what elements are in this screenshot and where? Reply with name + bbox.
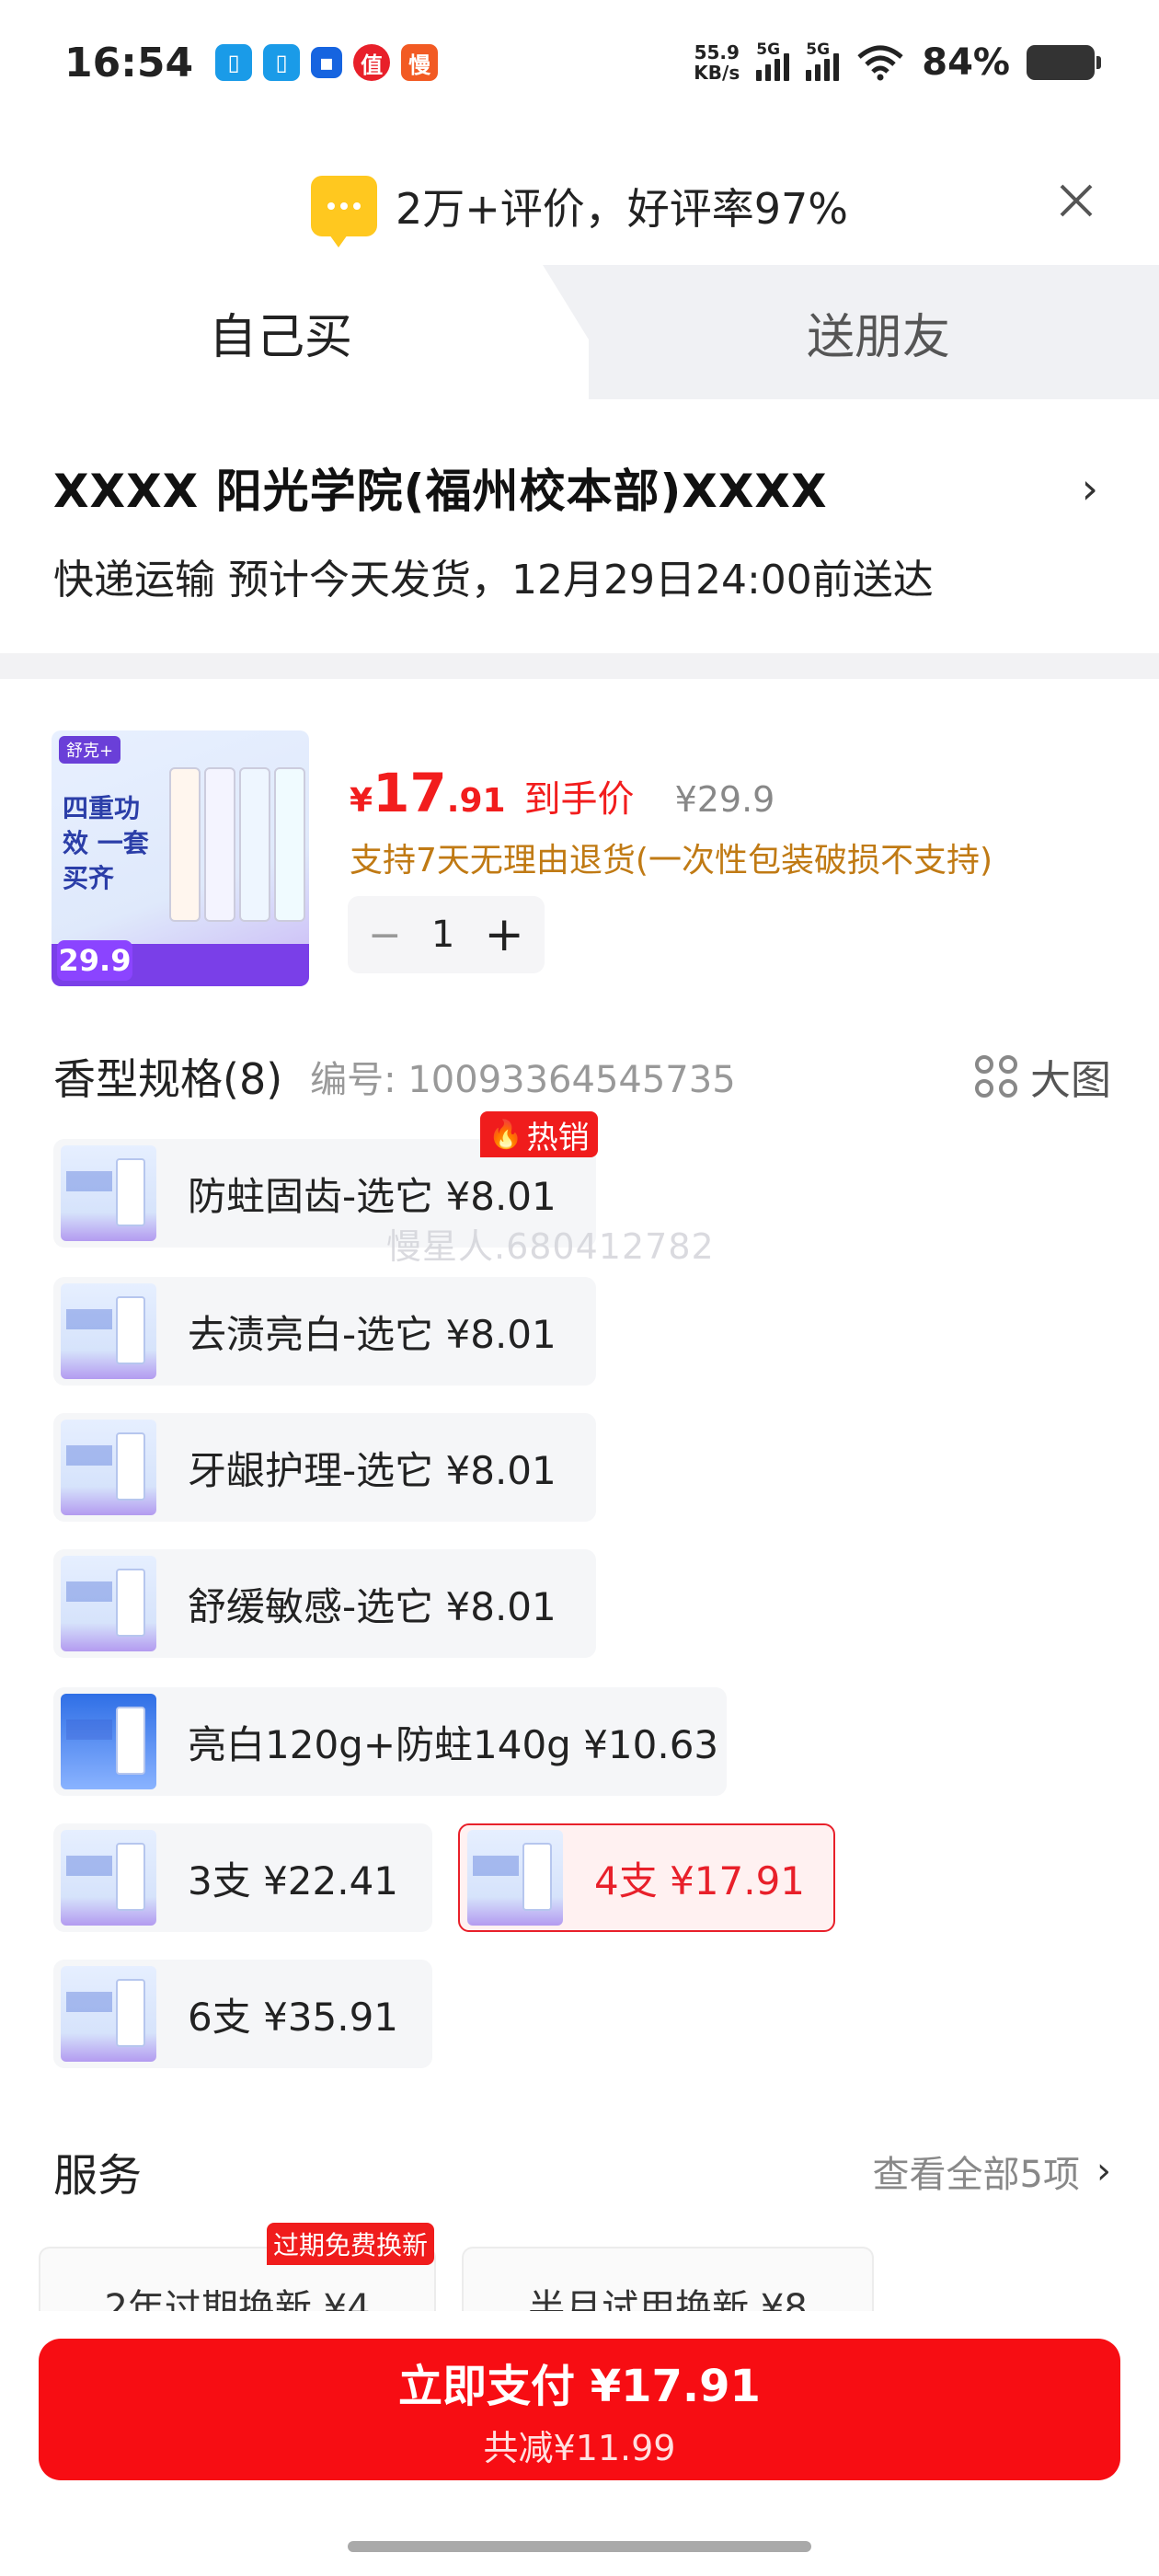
status-bar: 16:54 ▯ ▯ ▪ 值 慢 55.9 KB/s 5G 5G 84% [0, 0, 1159, 125]
spec-option[interactable]: 舒缓敏感-选它 ¥8.01 [53, 1549, 596, 1658]
spec-option-label: 3支 ¥22.41 [188, 1857, 399, 1903]
service-title: 服务 [53, 2150, 143, 2202]
price-row: ¥17.91 到手价 ¥29.9 [350, 762, 775, 824]
spec-thumbnail [61, 1556, 156, 1651]
quantity-stepper: − 1 + [348, 896, 545, 973]
address-section[interactable]: XXXX 阳光学院(福州校本部)XXXX › 快递运输 预计今天发货，12月29… [0, 399, 1159, 653]
chat-app-icon: ▪ [311, 47, 343, 78]
status-app-icons: ▯ ▯ ▪ 值 慢 [215, 44, 439, 81]
hot-badge: 🔥 热销 [480, 1111, 598, 1157]
signal-icon: 5G [806, 40, 840, 81]
spec-header: 香型规格(8) 编号: 10093364545735 大图 [53, 1040, 1111, 1113]
net-speed-value: 55.9 [694, 41, 740, 63]
minus-icon[interactable]: − [368, 912, 402, 959]
spec-option-selected[interactable]: 4支 ¥17.91 [458, 1823, 835, 1932]
view-all-services-link[interactable]: 查看全部5项 [873, 2145, 1080, 2198]
wifi-icon [857, 45, 903, 81]
spec-title: 香型规格(8) [53, 1054, 283, 1104]
spec-thumbnail [61, 1145, 156, 1241]
service-card[interactable]: 半月试用换新 ¥8 [462, 2247, 874, 2311]
pay-discount: 共减¥11.99 [483, 2427, 676, 2468]
spec-option[interactable]: 亮白120g+防蛀140g ¥10.63 [53, 1687, 727, 1796]
battery-icon [1027, 45, 1101, 80]
plus-icon[interactable]: + [484, 907, 524, 962]
final-price-label: 到手价 [523, 778, 635, 821]
zhi-app-icon: 值 [353, 44, 391, 81]
message-icon [310, 176, 377, 247]
chevron-right-icon[interactable]: › [1096, 2150, 1111, 2192]
home-indicator[interactable] [348, 2541, 811, 2552]
purchase-tabs: 自己买 送朋友 [0, 265, 1159, 399]
pay-button-label: 立即支付 ¥17.91 [398, 2360, 761, 2412]
signal-label: 5G [756, 40, 781, 59]
return-policy: 支持7天无理由退货(一次性包装破损不支持) [350, 842, 993, 880]
service-card-label: 2年过期换新 ¥4 [104, 2287, 371, 2311]
spec-thumbnail [61, 1283, 156, 1379]
net-speed-unit: KB/s [694, 62, 740, 84]
tab-gift-friend[interactable]: 送朋友 [598, 265, 1159, 399]
grid-icon [975, 1055, 1017, 1098]
expire-replace-badge: 过期免费换新 [267, 2223, 434, 2265]
spec-option-label: 4支 ¥17.91 [594, 1857, 806, 1903]
spec-option[interactable]: 3支 ¥22.41 [53, 1823, 432, 1932]
big-view-button[interactable]: 大图 [975, 1047, 1111, 1106]
status-right: 55.9 KB/s 5G 5G 84% [694, 40, 1101, 84]
flame-icon: 🔥 [488, 1118, 523, 1151]
net-speed: 55.9 KB/s [694, 42, 740, 83]
spec-option-label: 防蛀固齿-选它 ¥8.01 [188, 1173, 557, 1219]
spec-thumbnail [61, 1966, 156, 2062]
spec-option[interactable]: 去渍亮白-选它 ¥8.01 [53, 1277, 596, 1386]
section-divider [0, 653, 1159, 679]
product-image[interactable]: 舒克+ 四重功效 一套买齐 29.9 [52, 730, 309, 986]
service-header: 服务 查看全部5项 › [53, 2134, 1111, 2208]
brand-logo: 舒克+ [59, 736, 121, 764]
close-icon[interactable] [1050, 175, 1102, 226]
spec-thumbnail [61, 1694, 156, 1789]
tab-self-buy[interactable]: 自己买 [0, 265, 589, 399]
product-image-price: 29.9 [57, 940, 132, 981]
spec-code: 编号: 10093364545735 [310, 1059, 736, 1101]
battery-percent: 84% [922, 41, 1010, 84]
spec-option-label: 牙龈护理-选它 ¥8.01 [188, 1447, 557, 1493]
spec-thumbnail [61, 1830, 156, 1926]
delivery-estimate: 快递运输 预计今天发货，12月29日24:00前送达 [53, 557, 934, 604]
spec-option-label: 亮白120g+防蛀140g ¥10.63 [188, 1721, 719, 1767]
blue-app-icon: ▯ [263, 44, 301, 81]
original-price: ¥29.9 [674, 779, 775, 820]
spec-option-label: 6支 ¥35.91 [188, 1994, 399, 2040]
hot-badge-label: 热销 [526, 1119, 590, 1156]
watermark: 慢星人.680412782 [386, 1226, 715, 1267]
address-line: XXXX 阳光学院(福州校本部)XXXX [53, 465, 828, 518]
spec-thumbnail [467, 1830, 563, 1926]
man-app-icon: 慢 [401, 44, 439, 81]
quantity-value[interactable]: 1 [431, 914, 454, 956]
big-view-label: 大图 [1030, 1057, 1111, 1104]
tab-gift-friend-label: 送朋友 [806, 309, 950, 365]
signal-icon: 5G [756, 40, 790, 81]
review-banner: 2万+评价，好评率97% [0, 147, 1159, 265]
status-time: 16:54 [64, 39, 194, 86]
product-summary: 舒克+ 四重功效 一套买齐 29.9 ¥17.91 到手价 ¥29.9 支持7天… [0, 679, 1159, 1010]
tab-self-buy-label: 自己买 [208, 309, 352, 365]
spec-option[interactable]: 6支 ¥35.91 [53, 1960, 432, 2068]
spec-option[interactable]: 牙龈护理-选它 ¥8.01 [53, 1413, 596, 1522]
spec-option-label: 舒缓敏感-选它 ¥8.01 [188, 1583, 557, 1629]
blue-app-icon: ▯ [215, 44, 253, 81]
final-price: ¥17.91 [350, 762, 506, 824]
signal-label: 5G [806, 40, 831, 59]
pay-now-button[interactable]: 立即支付 ¥17.91 共减¥11.99 [39, 2339, 1120, 2480]
product-image-headline: 四重功效 一套买齐 [63, 793, 149, 893]
spec-option-label: 去渍亮白-选它 ¥8.01 [188, 1311, 557, 1357]
bottom-bar: 立即支付 ¥17.91 共减¥11.99 [0, 2311, 1159, 2576]
spec-thumbnail [61, 1420, 156, 1515]
chevron-right-icon: › [1081, 464, 1098, 513]
review-summary: 2万+评价，好评率97% [395, 184, 849, 234]
service-card-label: 半月试用换新 ¥8 [528, 2287, 808, 2311]
